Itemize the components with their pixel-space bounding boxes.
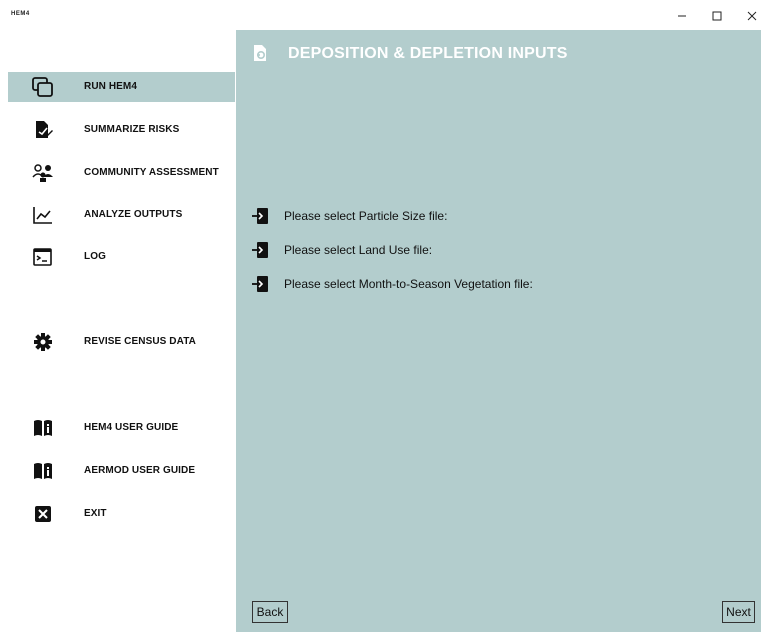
sidebar-item-label: ANALYZE OUTPUTS — [84, 209, 183, 220]
window-title: HEM4 — [11, 11, 30, 17]
sidebar-item-community-assessment[interactable]: COMMUNITY ASSESSMENT — [8, 158, 235, 188]
inputs-icon — [252, 44, 268, 62]
next-button[interactable]: Next — [722, 601, 755, 623]
sidebar-item-label: RUN HEM4 — [84, 81, 138, 92]
book-info-icon — [32, 461, 54, 481]
file-select-icon — [252, 241, 268, 259]
back-button[interactable]: Back — [252, 601, 288, 623]
sidebar: RUN HEM4 SUMMARIZE RISKS COMMUNITY ASSES… — [0, 30, 236, 632]
terminal-icon — [32, 247, 54, 267]
sidebar-item-label: LOG — [84, 251, 106, 262]
title-bar: HEM4 — [0, 0, 761, 30]
sidebar-item-revise-census-data[interactable]: REVISE CENSUS DATA — [8, 327, 235, 357]
minimize-icon — [678, 15, 686, 17]
sidebar-item-run-hem4[interactable]: RUN HEM4 — [8, 72, 235, 102]
close-box-icon — [32, 504, 54, 524]
sidebar-item-log[interactable]: LOG — [8, 242, 235, 272]
page-title: DEPOSITION & DEPLETION INPUTS — [288, 45, 568, 62]
sidebar-item-summarize-risks[interactable]: SUMMARIZE RISKS — [8, 115, 235, 145]
close-window-button[interactable] — [742, 6, 761, 26]
book-info-icon — [32, 418, 54, 438]
file-select-icon — [252, 207, 268, 225]
line-chart-icon — [32, 205, 54, 225]
sidebar-item-label: HEM4 USER GUIDE — [84, 422, 179, 433]
maximize-button[interactable] — [707, 6, 727, 26]
sidebar-item-label: AERMOD USER GUIDE — [84, 465, 196, 476]
gear-icon — [32, 332, 54, 352]
sidebar-item-analyze-outputs[interactable]: ANALYZE OUTPUTS — [8, 200, 235, 230]
land-use-file-label: Please select Land Use file: — [284, 243, 433, 257]
maximize-icon — [712, 11, 722, 21]
sidebar-item-aermod-user-guide[interactable]: AERMOD USER GUIDE — [8, 456, 235, 486]
close-icon — [747, 11, 757, 21]
document-edit-icon — [32, 120, 54, 140]
run-window-icon — [32, 77, 54, 97]
minimize-button[interactable] — [672, 6, 692, 26]
sidebar-item-label: REVISE CENSUS DATA — [84, 336, 197, 347]
vegetation-file-label: Please select Month-to-Season Vegetation… — [284, 277, 533, 291]
sidebar-item-label: COMMUNITY ASSESSMENT — [84, 167, 219, 178]
particle-size-file-label: Please select Particle Size file: — [284, 209, 448, 223]
file-select-icon — [252, 275, 268, 293]
sidebar-item-exit[interactable]: EXIT — [8, 499, 235, 529]
sidebar-item-label: EXIT — [84, 508, 107, 519]
sidebar-item-hem4-user-guide[interactable]: HEM4 USER GUIDE — [8, 413, 235, 443]
community-people-icon — [32, 163, 54, 183]
sidebar-item-label: SUMMARIZE RISKS — [84, 124, 180, 135]
main-panel: DEPOSITION & DEPLETION INPUTS Please sel… — [236, 30, 761, 632]
